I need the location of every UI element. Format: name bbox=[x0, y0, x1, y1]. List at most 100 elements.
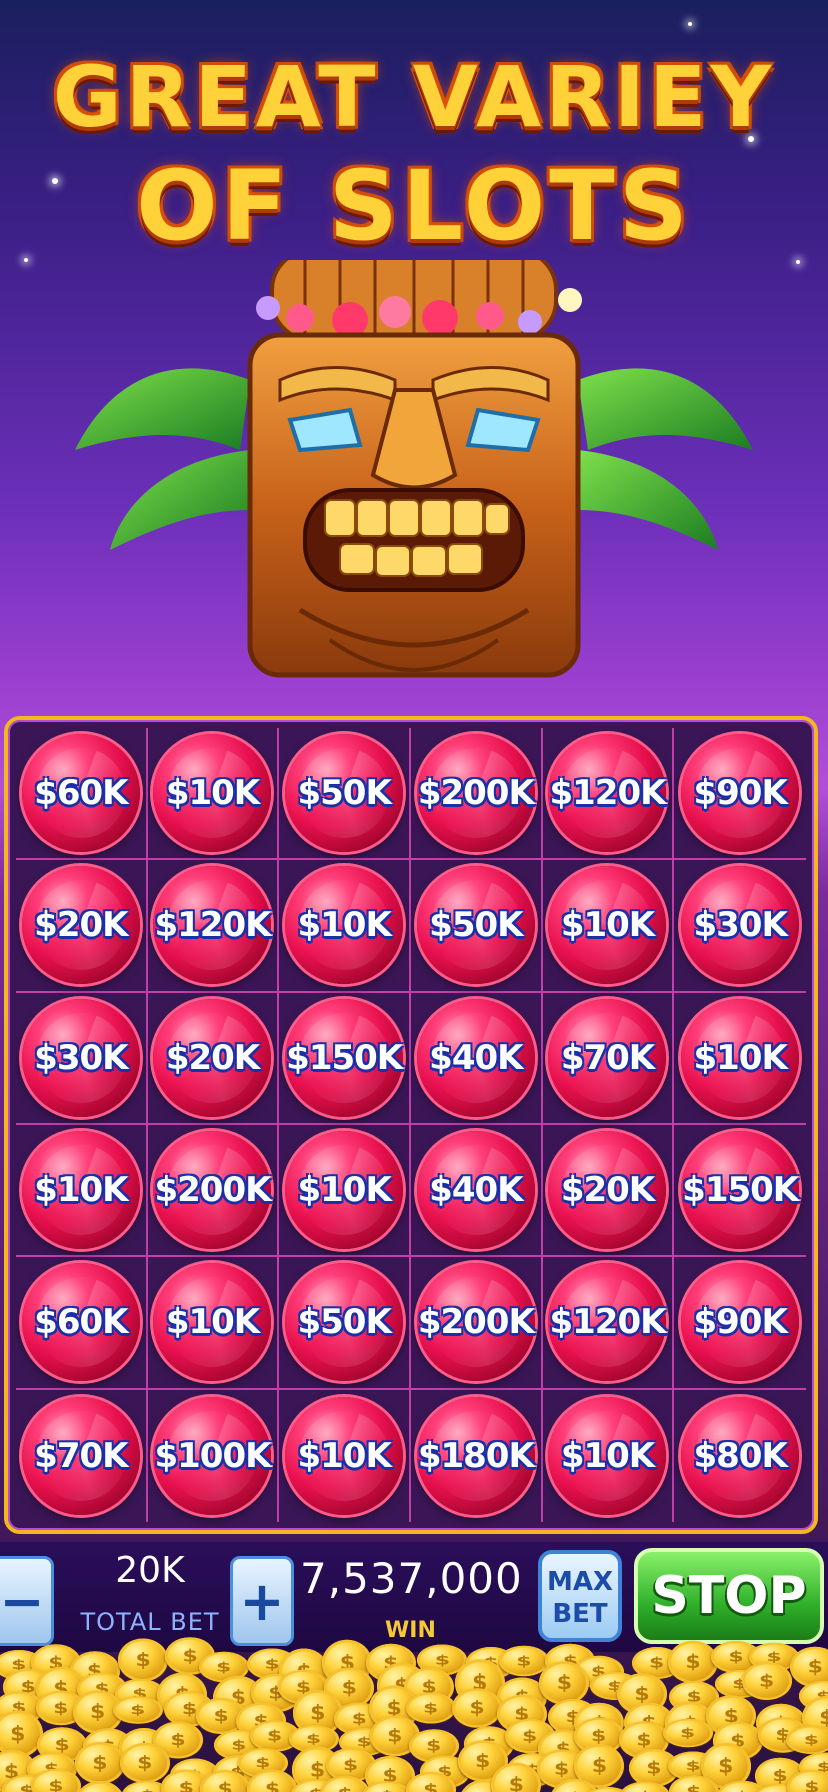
prize-value: $120K bbox=[154, 905, 271, 946]
reel-cell: $150K bbox=[674, 1125, 806, 1258]
reel-cell: $30K bbox=[16, 992, 148, 1125]
prize-value: $40K bbox=[429, 1037, 523, 1078]
reel-cell: $200K bbox=[147, 1124, 280, 1258]
gem-icon: $120K bbox=[548, 1263, 667, 1382]
gem-icon: $60K bbox=[21, 1263, 140, 1382]
reel-cell: $10K bbox=[147, 728, 280, 861]
gem-icon: $150K bbox=[681, 1131, 800, 1250]
prize-value: $80K bbox=[693, 1435, 787, 1476]
reel-cell: $80K bbox=[674, 1390, 806, 1522]
reel-cell: $10K bbox=[543, 1389, 675, 1522]
prize-value: $10K bbox=[560, 905, 655, 946]
reel-cell: $180K bbox=[411, 1389, 543, 1522]
gem-icon: $10K bbox=[548, 866, 667, 985]
prize-value: $70K bbox=[34, 1435, 128, 1476]
gem-icon: $120K bbox=[548, 734, 667, 853]
prize-value: $10K bbox=[165, 773, 260, 814]
prize-value: $10K bbox=[693, 1037, 787, 1078]
gem-icon: $150K bbox=[285, 998, 404, 1117]
reel-cell: $50K bbox=[279, 1257, 411, 1390]
prize-value: $50K bbox=[429, 905, 523, 946]
gem-icon: $10K bbox=[548, 1396, 667, 1515]
coin-icon: $ bbox=[112, 1696, 163, 1724]
prize-value: $20K bbox=[34, 905, 128, 946]
reel-cell: $10K bbox=[279, 1389, 411, 1522]
prize-value: $10K bbox=[34, 1170, 128, 1211]
gem-icon: $40K bbox=[416, 998, 535, 1117]
reel-cell: $50K bbox=[279, 728, 411, 861]
reel-cell: $10K bbox=[279, 1124, 411, 1258]
reel-cell: $70K bbox=[542, 992, 675, 1125]
total-bet-value: 20K bbox=[115, 1550, 185, 1591]
reel-cell: $120K bbox=[147, 860, 280, 993]
reel-cell: $10K bbox=[542, 860, 675, 993]
headline-line-1: GREAT VARIEY bbox=[52, 48, 776, 146]
gem-icon: $50K bbox=[285, 734, 404, 853]
gem-icon: $70K bbox=[548, 998, 667, 1117]
reel-cell: $20K bbox=[16, 860, 148, 993]
gem-icon: $200K bbox=[416, 1263, 535, 1382]
reel-cell: $10K bbox=[279, 860, 411, 993]
prize-value: $120K bbox=[549, 773, 666, 814]
prize-value: $50K bbox=[297, 1302, 391, 1343]
reel-cell: $120K bbox=[542, 728, 675, 861]
prize-value: $200K bbox=[154, 1170, 271, 1211]
gem-icon: $10K bbox=[285, 1131, 404, 1250]
coin-icon: $ bbox=[74, 1742, 125, 1785]
prize-value: $180K bbox=[417, 1435, 535, 1476]
gem-icon: $70K bbox=[21, 1396, 140, 1515]
prize-value: $10K bbox=[165, 1302, 260, 1343]
reel-cell: $20K bbox=[147, 992, 280, 1125]
reel-cell: $60K bbox=[16, 728, 148, 861]
prize-value: $200K bbox=[417, 773, 535, 814]
gem-icon: $80K bbox=[681, 1396, 800, 1515]
reel-cell: $40K bbox=[411, 992, 543, 1125]
tiki-mask-icon bbox=[75, 260, 753, 678]
gem-icon: $10K bbox=[285, 866, 404, 985]
prize-value: $90K bbox=[693, 773, 787, 814]
gem-icon: $50K bbox=[285, 1263, 404, 1382]
prize-value: $150K bbox=[682, 1170, 799, 1211]
gem-icon: $120K bbox=[153, 866, 272, 985]
gem-icon: $20K bbox=[153, 998, 272, 1117]
reel-cell: $20K bbox=[542, 1124, 675, 1258]
reel-cell: $200K bbox=[411, 728, 543, 861]
prize-value: $30K bbox=[34, 1037, 128, 1078]
gem-icon: $10K bbox=[285, 1396, 404, 1515]
coin-icon: $ bbox=[119, 1743, 170, 1784]
gem-icon: $90K bbox=[681, 734, 800, 853]
coin-icon: $ bbox=[741, 1662, 792, 1701]
gem-icon: $10K bbox=[681, 998, 800, 1117]
reel-cell: $10K bbox=[674, 993, 806, 1125]
reel-cell: $10K bbox=[16, 1124, 148, 1258]
gem-icon: $90K bbox=[681, 1263, 800, 1382]
gem-icon: $180K bbox=[416, 1396, 535, 1515]
gem-icon: $100K bbox=[153, 1396, 272, 1515]
reel-cell: $120K bbox=[542, 1257, 675, 1390]
reel-cell: $100K bbox=[148, 1389, 280, 1522]
gem-icon: $60K bbox=[21, 734, 140, 853]
reel-cell: $10K bbox=[147, 1257, 280, 1390]
reel-cell: $50K bbox=[411, 860, 543, 993]
gem-icon: $30K bbox=[21, 998, 140, 1117]
reel-cell: $90K bbox=[674, 728, 806, 861]
prize-value: $200K bbox=[417, 1302, 535, 1343]
prize-value: $30K bbox=[693, 905, 787, 946]
prize-value: $120K bbox=[549, 1302, 666, 1343]
gem-icon: $200K bbox=[416, 734, 535, 853]
prize-value: $60K bbox=[34, 773, 128, 814]
prize-value: $150K bbox=[286, 1037, 403, 1078]
gem-icon: $30K bbox=[681, 866, 800, 985]
star bbox=[688, 22, 692, 26]
coin-icon: $ bbox=[786, 1726, 828, 1755]
coin-icon: $ bbox=[539, 1661, 590, 1705]
prize-value: $60K bbox=[34, 1302, 128, 1343]
reel-cell: $30K bbox=[674, 860, 806, 993]
gem-icon: $50K bbox=[416, 866, 535, 985]
reel-cell: $70K bbox=[16, 1389, 148, 1522]
prize-value: $50K bbox=[297, 773, 391, 814]
gem-icon: $10K bbox=[153, 734, 272, 853]
prize-value: $20K bbox=[165, 1037, 260, 1078]
coin-icon: $ bbox=[74, 1780, 125, 1792]
prize-value: $10K bbox=[297, 905, 391, 946]
